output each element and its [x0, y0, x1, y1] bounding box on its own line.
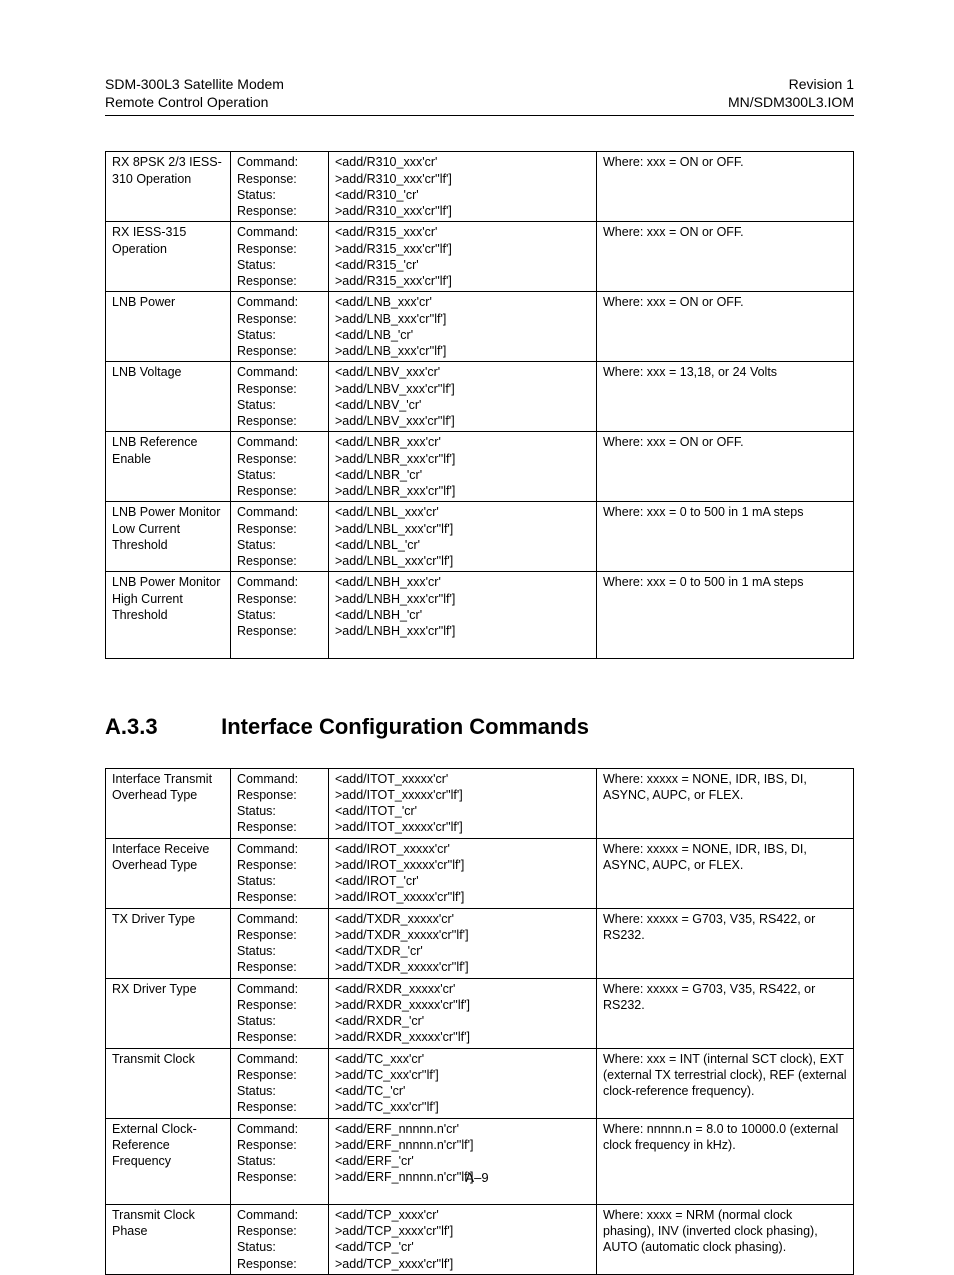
row-commands: <add/LNBR_xxx'cr'>add/LNBR_xxx'cr''lf']<… [329, 432, 597, 502]
row-description: Where: xxx = ON or OFF. [597, 222, 854, 292]
table-row: Transmit ClockCommand:Response:Status:Re… [106, 1048, 854, 1118]
header-left-2: Remote Control Operation [105, 93, 284, 111]
row-commands: <add/LNBH_xxx'cr'>add/LNBH_xxx'cr''lf']<… [329, 572, 597, 658]
table-row: Interface Receive Overhead TypeCommand:R… [106, 838, 854, 908]
row-description: Where: xxx = INT (internal SCT clock), E… [597, 1048, 854, 1118]
row-name: LNB Voltage [106, 362, 231, 432]
row-commands: <add/TCP_xxxx'cr'>add/TCP_xxxx'cr''lf']<… [329, 1204, 597, 1274]
row-types: Command:Response:Status:Response: [231, 572, 329, 658]
section-title: Interface Configuration Commands [221, 714, 589, 739]
row-description: Where: xxx = ON or OFF. [597, 152, 854, 222]
row-commands: <add/TC_xxx'cr'>add/TC_xxx'cr''lf']<add/… [329, 1048, 597, 1118]
row-description: Where: xxx = 0 to 500 in 1 mA steps [597, 572, 854, 658]
table-row: LNB VoltageCommand:Response:Status:Respo… [106, 362, 854, 432]
table-row: Transmit Clock PhaseCommand:Response:Sta… [106, 1204, 854, 1274]
row-name: RX IESS-315 Operation [106, 222, 231, 292]
row-description: Where: xxxxx = G703, V35, RS422, or RS23… [597, 908, 854, 978]
row-description: Where: xxxxx = NONE, IDR, IBS, DI, ASYNC… [597, 768, 854, 838]
page-header: SDM-300L3 Satellite Modem Remote Control… [105, 75, 854, 111]
row-commands: <add/TXDR_xxxxx'cr'>add/TXDR_xxxxx'cr''l… [329, 908, 597, 978]
row-types: Command:Response:Status:Response: [231, 362, 329, 432]
row-description: Where: nnnnn.n = 8.0 to 10000.0 (externa… [597, 1118, 854, 1204]
table-row: TX Driver TypeCommand:Response:Status:Re… [106, 908, 854, 978]
row-name: LNB Reference Enable [106, 432, 231, 502]
row-commands: <add/LNBL_xxx'cr'>add/LNBL_xxx'cr''lf']<… [329, 502, 597, 572]
row-name: LNB Power Monitor Low Current Threshold [106, 502, 231, 572]
row-types: Command:Response:Status:Response: [231, 908, 329, 978]
row-types: Command:Response:Status:Response: [231, 1118, 329, 1204]
row-name: RX 8PSK 2/3 IESS-310 Operation [106, 152, 231, 222]
row-types: Command:Response:Status:Response: [231, 1048, 329, 1118]
row-description: Where: xxx = ON or OFF. [597, 432, 854, 502]
row-types: Command:Response:Status:Response: [231, 222, 329, 292]
header-right-1: Revision 1 [728, 75, 854, 93]
row-commands: <add/ITOT_xxxxx'cr'>add/ITOT_xxxxx'cr''l… [329, 768, 597, 838]
header-rule [105, 115, 854, 116]
row-description: Where: xxx = ON or OFF. [597, 292, 854, 362]
row-commands: <add/ERF_nnnnn.n'cr'>add/ERF_nnnnn.n'cr'… [329, 1118, 597, 1204]
table-row: RX IESS-315 OperationCommand:Response:St… [106, 222, 854, 292]
row-name: Transmit Clock Phase [106, 1204, 231, 1274]
command-table-1: RX 8PSK 2/3 IESS-310 OperationCommand:Re… [105, 151, 854, 658]
header-left-1: SDM-300L3 Satellite Modem [105, 75, 284, 93]
row-types: Command:Response:Status:Response: [231, 978, 329, 1048]
row-name: External Clock-Reference Frequency [106, 1118, 231, 1204]
row-types: Command:Response:Status:Response: [231, 1204, 329, 1274]
table-row: LNB Power Monitor High Current Threshold… [106, 572, 854, 658]
row-types: Command:Response:Status:Response: [231, 152, 329, 222]
table-row: Interface Transmit Overhead TypeCommand:… [106, 768, 854, 838]
command-table-2: Interface Transmit Overhead TypeCommand:… [105, 768, 854, 1275]
table-row: RX Driver TypeCommand:Response:Status:Re… [106, 978, 854, 1048]
section-number: A.3.3 [105, 714, 215, 740]
table-row: LNB PowerCommand:Response:Status:Respons… [106, 292, 854, 362]
row-commands: <add/R315_xxx'cr'>add/R315_xxx'cr''lf']<… [329, 222, 597, 292]
page-number: A–9 [0, 1170, 954, 1185]
row-name: LNB Power [106, 292, 231, 362]
row-description: Where: xxxx = NRM (normal clock phasing)… [597, 1204, 854, 1274]
row-types: Command:Response:Status:Response: [231, 838, 329, 908]
row-description: Where: xxx = 0 to 500 in 1 mA steps [597, 502, 854, 572]
row-name: RX Driver Type [106, 978, 231, 1048]
row-commands: <add/R310_xxx'cr'>add/R310_xxx'cr''lf']<… [329, 152, 597, 222]
row-types: Command:Response:Status:Response: [231, 768, 329, 838]
row-name: Interface Receive Overhead Type [106, 838, 231, 908]
row-commands: <add/LNB_xxx'cr'>add/LNB_xxx'cr''lf']<ad… [329, 292, 597, 362]
header-right-2: MN/SDM300L3.IOM [728, 93, 854, 111]
section-heading: A.3.3 Interface Configuration Commands [105, 714, 854, 740]
row-name: Interface Transmit Overhead Type [106, 768, 231, 838]
row-name: TX Driver Type [106, 908, 231, 978]
row-types: Command:Response:Status:Response: [231, 432, 329, 502]
row-description: Where: xxx = 13,18, or 24 Volts [597, 362, 854, 432]
table-row: External Clock-Reference FrequencyComman… [106, 1118, 854, 1204]
row-description: Where: xxxxx = G703, V35, RS422, or RS23… [597, 978, 854, 1048]
row-commands: <add/RXDR_xxxxx'cr'>add/RXDR_xxxxx'cr''l… [329, 978, 597, 1048]
table-row: LNB Reference EnableCommand:Response:Sta… [106, 432, 854, 502]
table-row: RX 8PSK 2/3 IESS-310 OperationCommand:Re… [106, 152, 854, 222]
row-name: LNB Power Monitor High Current Threshold [106, 572, 231, 658]
row-commands: <add/IROT_xxxxx'cr'>add/IROT_xxxxx'cr''l… [329, 838, 597, 908]
row-name: Transmit Clock [106, 1048, 231, 1118]
table-row: LNB Power Monitor Low Current ThresholdC… [106, 502, 854, 572]
row-types: Command:Response:Status:Response: [231, 502, 329, 572]
row-description: Where: xxxxx = NONE, IDR, IBS, DI, ASYNC… [597, 838, 854, 908]
row-commands: <add/LNBV_xxx'cr'>add/LNBV_xxx'cr''lf']<… [329, 362, 597, 432]
row-types: Command:Response:Status:Response: [231, 292, 329, 362]
